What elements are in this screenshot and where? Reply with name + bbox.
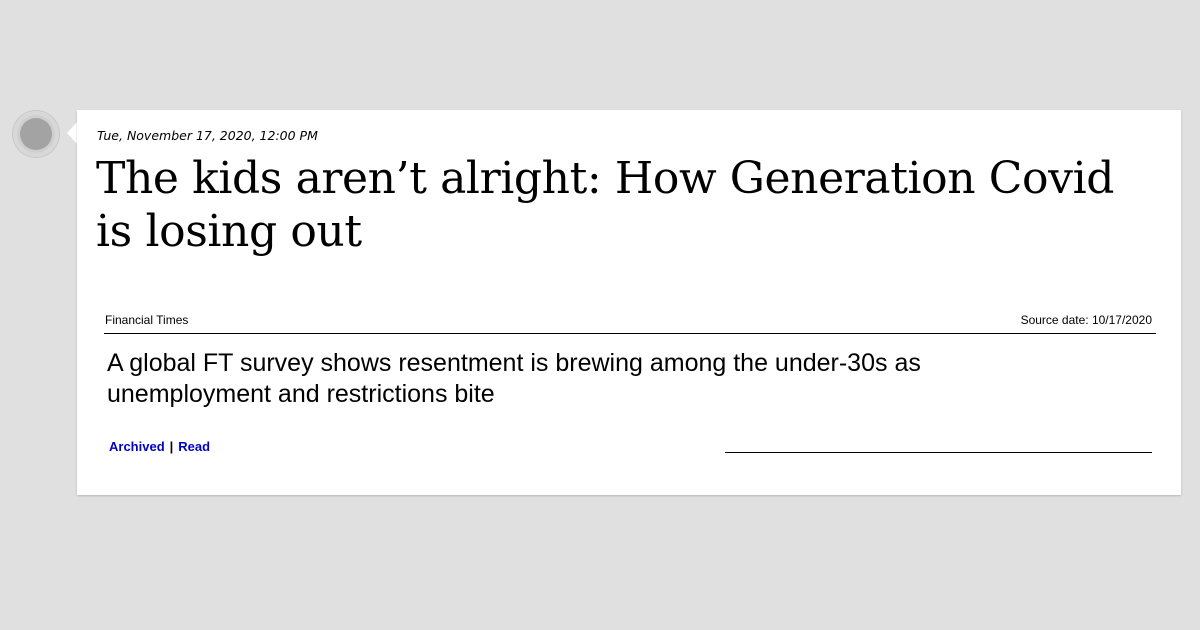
avatar-image: [20, 118, 52, 150]
source-name: Financial Times: [105, 313, 189, 327]
article-headline: The kids aren’t alright: How Generation …: [96, 153, 1115, 257]
archived-link[interactable]: Archived: [109, 439, 165, 454]
divider-line: [725, 452, 1152, 453]
link-separator: |: [169, 439, 174, 454]
article-links: Archived | Read: [109, 439, 210, 454]
article-summary: A global FT survey shows resentment is b…: [107, 349, 921, 408]
post-timestamp: Tue, November 17, 2020, 12:00 PM: [97, 128, 318, 143]
avatar-icon: [13, 111, 59, 157]
news-card: Tue, November 17, 2020, 12:00 PM The kid…: [77, 110, 1181, 495]
source-row: Financial Times Source date: 10/17/2020: [104, 313, 1156, 334]
source-date: Source date: 10/17/2020: [1020, 313, 1152, 327]
read-link[interactable]: Read: [178, 439, 210, 454]
